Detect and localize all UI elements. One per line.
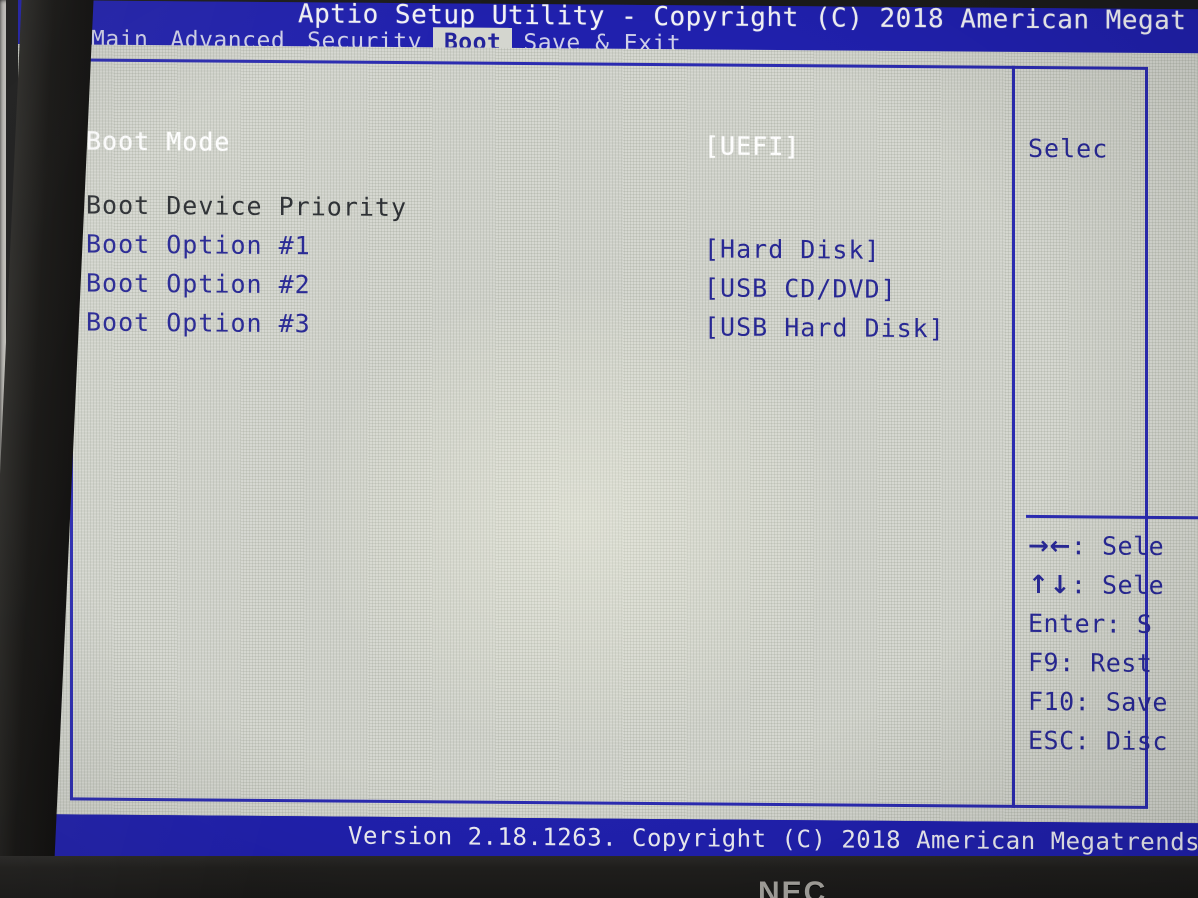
- left-right-arrow-icon: →←: [1028, 530, 1071, 561]
- key-legend-text-esc: ESC: Disc: [1028, 725, 1168, 757]
- setting-row-boot-mode[interactable]: Boot Mode [UEFI]: [86, 127, 1006, 173]
- monitor-brand-logo: NEC: [758, 876, 828, 898]
- section-heading-label: Boot Device Priority: [86, 190, 408, 223]
- key-legend-text-f9: F9: Rest: [1028, 647, 1153, 678]
- setting-value-boot-option-1[interactable]: [Hard Disk]: [704, 234, 881, 264]
- key-legend-text-select-item: : Sele: [1070, 570, 1165, 601]
- key-legend-row-f9: F9: Rest: [1028, 643, 1198, 683]
- screen-body: Boot Mode [UEFI] Boot Device Priority Bo…: [18, 44, 1198, 824]
- key-legend-row-f10: F10: Save: [1028, 682, 1198, 722]
- version-text: Version 2.18.1263. Copyright (C) 2018 Am…: [348, 821, 1198, 857]
- setting-value-boot-option-3[interactable]: [USB Hard Disk]: [704, 312, 945, 343]
- setting-label-boot-mode: Boot Mode: [86, 126, 231, 157]
- pane-vertical-divider: [1012, 65, 1015, 808]
- key-legend-row-select-screen: →←: Sele: [1028, 526, 1198, 566]
- bios-screen: Aptio Setup Utility - Copyright (C) 2018…: [18, 0, 1198, 868]
- setting-label-boot-option-1: Boot Option #1: [86, 229, 311, 261]
- key-legend-row-enter: Enter: S: [1028, 604, 1198, 644]
- settings-list: Boot Mode [UEFI] Boot Device Priority Bo…: [86, 127, 1006, 354]
- up-down-arrow-icon: ↑↓: [1028, 569, 1071, 600]
- help-panel-text: Selec: [1028, 133, 1109, 164]
- key-legend-text-f10: F10: Save: [1028, 686, 1168, 718]
- key-legend-text-enter: Enter: S: [1028, 608, 1153, 639]
- setting-row-boot-option-3[interactable]: Boot Option #3 [USB Hard Disk]: [86, 308, 1006, 354]
- setting-value-boot-mode[interactable]: [UEFI]: [704, 131, 800, 161]
- setting-label-boot-option-3: Boot Option #3: [86, 307, 311, 339]
- photo-of-bios-screen: Aptio Setup Utility - Copyright (C) 2018…: [0, 0, 1198, 898]
- setting-value-boot-option-2[interactable]: [USB CD/DVD]: [704, 273, 897, 304]
- setting-label-boot-option-2: Boot Option #2: [86, 268, 311, 300]
- monitor-bezel-bottom: [0, 856, 1198, 898]
- key-legend-row-select-item: ↑↓: Sele: [1028, 565, 1198, 605]
- help-panel: Selec: [1028, 134, 1198, 164]
- key-legend: →←: Sele ↑↓: Sele Enter: S F9: Rest F10:…: [1028, 526, 1198, 761]
- key-legend-row-esc: ESC: Disc: [1028, 721, 1198, 761]
- key-legend-text-select-screen: : Sele: [1070, 531, 1165, 562]
